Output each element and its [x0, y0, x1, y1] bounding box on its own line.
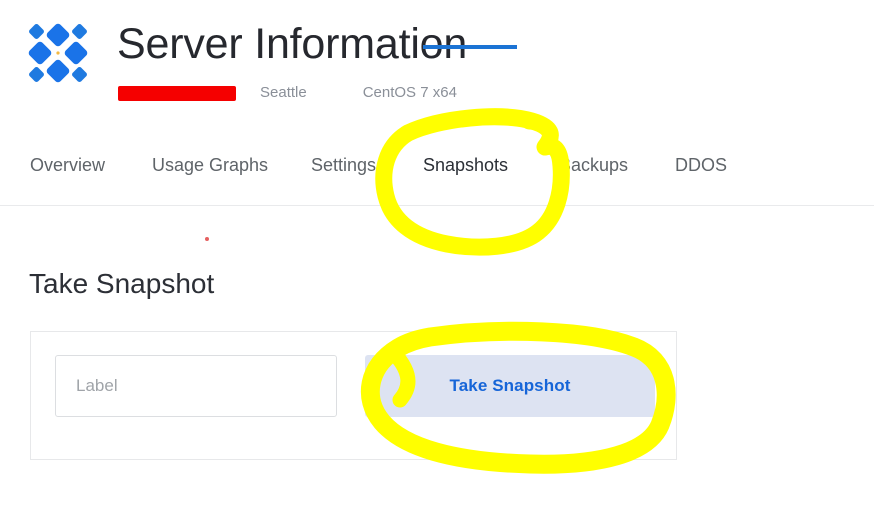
server-meta-row: Seattle CentOS 7 x64: [118, 80, 457, 104]
diamond-cluster-logo-icon: [28, 23, 88, 83]
red-dot-mark: [205, 237, 209, 241]
tab-backups[interactable]: Backups: [559, 155, 628, 180]
server-location: Seattle: [260, 83, 307, 101]
page-header: Server Information Seattle CentOS 7 x64: [0, 0, 874, 150]
tab-bar-divider: [0, 205, 874, 206]
active-tab-indicator: [423, 45, 517, 49]
tab-snapshots[interactable]: Snapshots: [423, 155, 508, 180]
take-snapshot-button[interactable]: Take Snapshot: [365, 355, 655, 417]
page-title: Server Information: [117, 20, 468, 68]
tab-ddos[interactable]: DDOS: [675, 155, 727, 180]
server-os: CentOS 7 x64: [362, 83, 457, 101]
tab-usage-graphs[interactable]: Usage Graphs: [152, 155, 268, 180]
redacted-hostname-bar: [118, 85, 236, 101]
tab-overview[interactable]: Overview: [30, 155, 105, 180]
tab-settings[interactable]: Settings: [311, 155, 376, 180]
section-heading: Take Snapshot: [29, 268, 215, 299]
tab-bar: Overview Usage Graphs Settings Snapshots…: [0, 155, 874, 206]
snapshot-label-input[interactable]: [55, 355, 337, 417]
